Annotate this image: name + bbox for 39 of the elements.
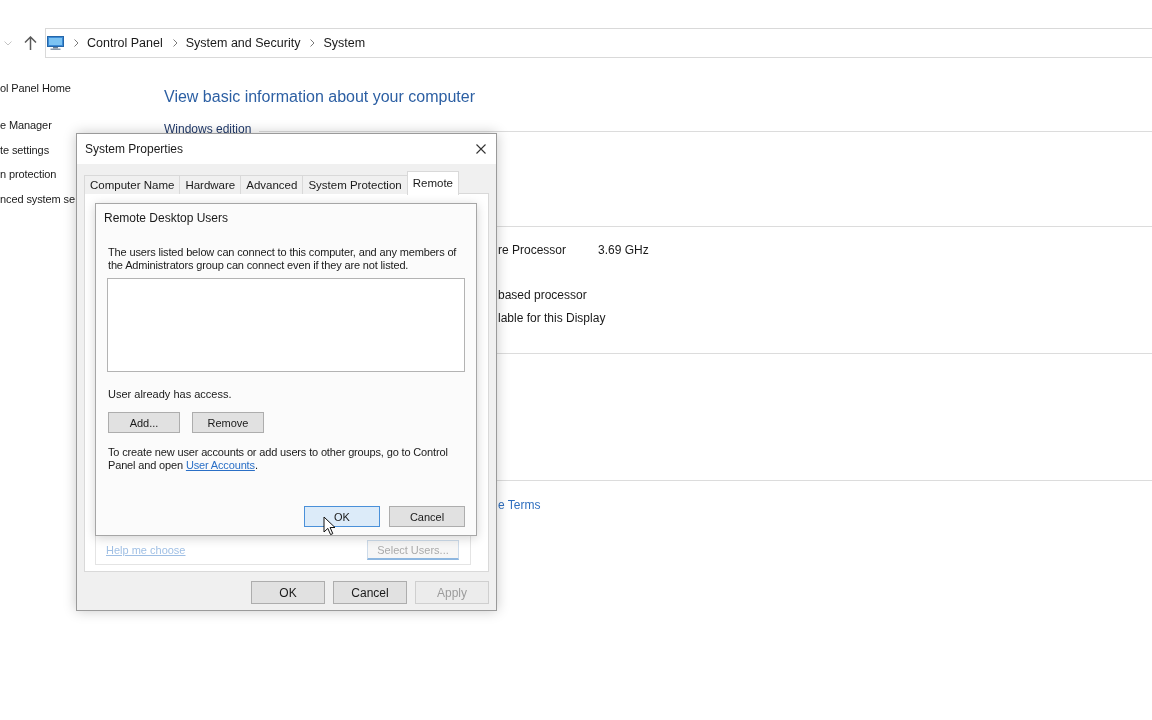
user-accounts-link[interactable]: User Accounts — [185, 459, 255, 471]
dialog-button[interactable]: Cancel — [333, 581, 407, 604]
status-text: User already has access. — [108, 387, 232, 401]
info-text: based processor — [498, 287, 587, 303]
dialog-button[interactable]: OK — [251, 581, 325, 604]
info-value: 3.69 GHz — [598, 242, 649, 258]
breadcrumb-link[interactable]: System — [323, 36, 366, 50]
info-text: re Processor — [498, 242, 567, 258]
description-text: The users listed below can connect to this computer, and any members of the Administrators group can connect even if they are not listed. — [108, 246, 458, 272]
address-bar[interactable]: Control Panel System and Security System — [45, 28, 1152, 58]
sidebar-link[interactable]: n protection — [0, 166, 57, 182]
tab[interactable]: Hardware — [179, 175, 242, 194]
tab[interactable]: System Protection — [302, 175, 408, 194]
tab[interactable]: Remote — [406, 171, 459, 195]
sidebar-link[interactable]: ol Panel Home — [0, 80, 71, 96]
computer-icon — [47, 36, 64, 50]
breadcrumb-link[interactable]: Control Panel — [87, 36, 163, 50]
sidebar-link[interactable]: te settings — [0, 141, 50, 158]
section-title: Windows edition — [164, 122, 252, 136]
dialog-title: System Properties — [85, 142, 184, 156]
chevron-right-icon — [172, 39, 178, 47]
sidebar-link[interactable]: nced system se — [0, 190, 76, 207]
chevron-right-icon — [74, 39, 79, 47]
sidebar-link[interactable]: e Manager — [0, 117, 52, 133]
breadcrumb-link[interactable]: System and Security — [185, 36, 301, 50]
tab[interactable]: Advanced — [240, 175, 304, 194]
info-text: lable for this Display — [498, 310, 606, 326]
page-heading: View basic information about your computer — [164, 87, 475, 107]
chevron-right-icon — [310, 39, 316, 47]
tab[interactable]: Computer Name — [84, 175, 181, 194]
note-text: To create new user accounts or add users to other groups, go to Control Panel and open User Accounts. — [108, 446, 449, 472]
dialog-title: Remote Desktop Users — [104, 211, 229, 225]
dialog-button[interactable]: OK — [304, 506, 380, 527]
list-button[interactable]: Remove — [192, 412, 264, 433]
list-button[interactable]: Add... — [108, 412, 180, 433]
close-icon[interactable] — [476, 144, 486, 154]
up-arrow-icon[interactable] — [24, 36, 37, 50]
dialog-button[interactable]: Cancel — [389, 506, 465, 527]
terms-link[interactable]: e Terms — [498, 497, 541, 513]
